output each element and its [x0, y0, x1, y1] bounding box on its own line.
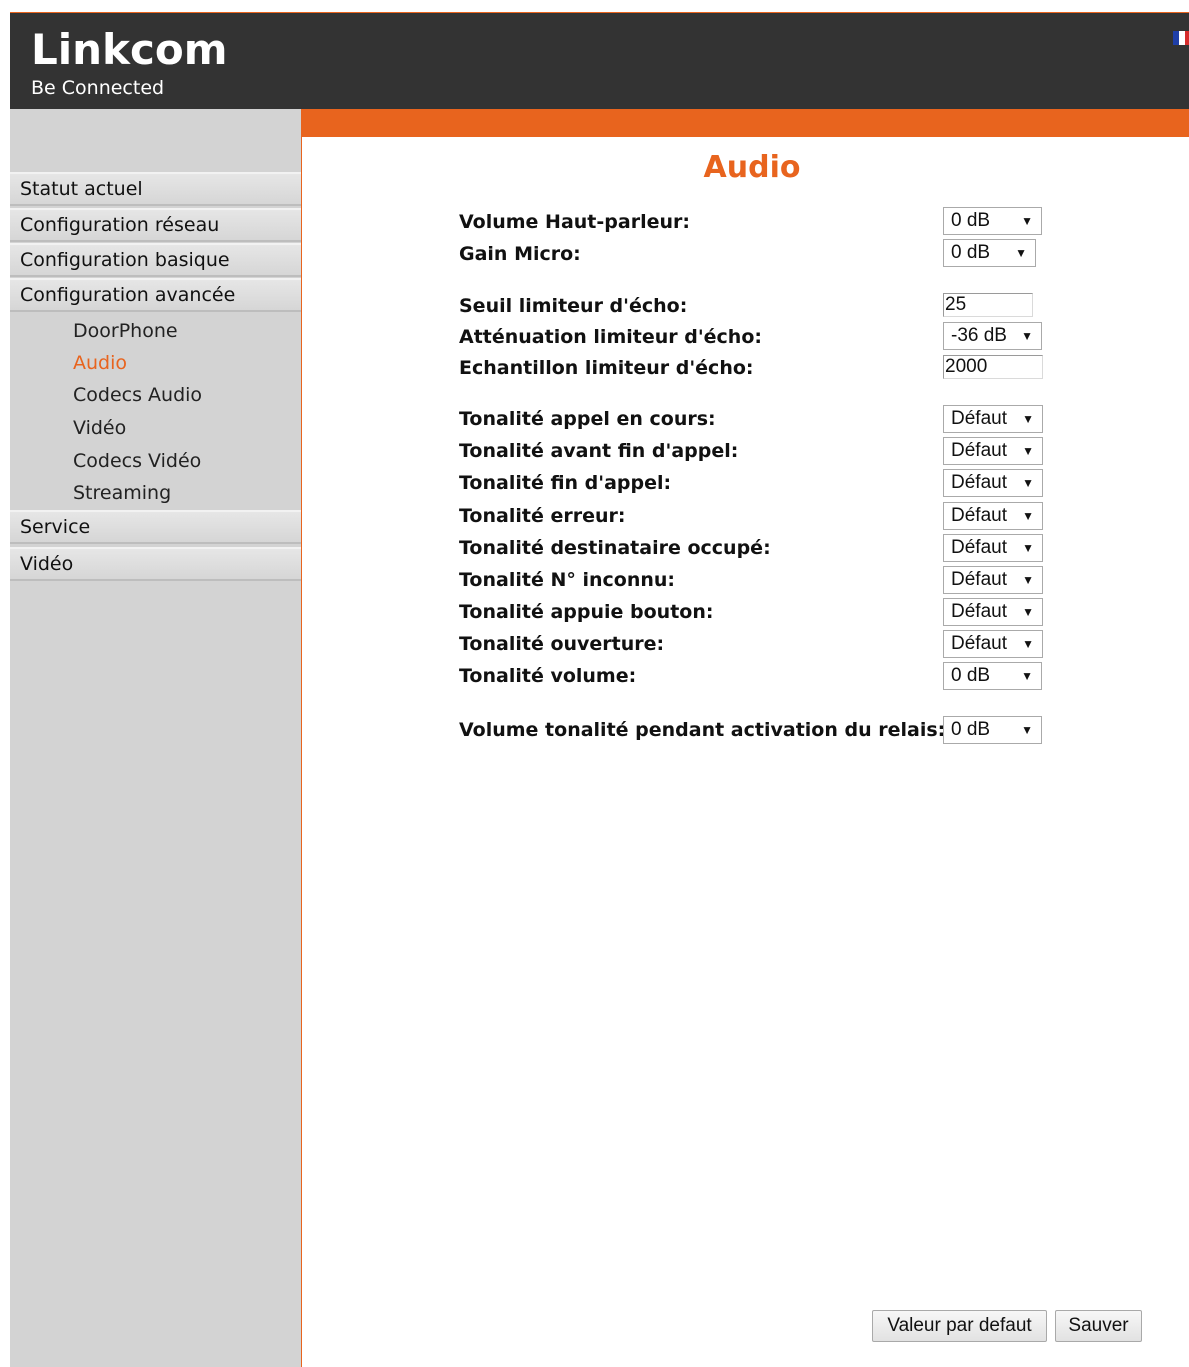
default-values-button[interactable]: Valeur par defaut — [872, 1310, 1047, 1342]
select-value: Défaut — [951, 472, 1007, 493]
sidebar-subitem-streaming[interactable]: Streaming — [10, 478, 301, 510]
sidebar-item-configuration-basique[interactable]: Configuration basique — [10, 243, 301, 277]
select-value: Défaut — [951, 505, 1007, 526]
select-attenuation-limiteur-echo[interactable]: -36 dB ▼ — [943, 322, 1042, 350]
page-title: Audio — [703, 150, 801, 185]
select-volume-tonalite-relais[interactable]: 0 dB ▼ — [943, 716, 1042, 744]
select-value: Défaut — [951, 569, 1007, 590]
brand-tagline: Be Connected — [31, 77, 165, 99]
dropdown-arrow-icon: ▼ — [1021, 329, 1033, 343]
label-tonalite-no-inconnu: Tonalité N° inconnu: — [459, 569, 675, 591]
sidebar-item-configuration-avancee[interactable]: Configuration avancée — [10, 278, 301, 312]
select-tonalite-avant-fin-appel[interactable]: Défaut ▼ — [943, 437, 1043, 465]
dropdown-arrow-icon: ▼ — [1022, 637, 1034, 651]
select-tonalite-destinataire-occupe[interactable]: Défaut ▼ — [943, 534, 1043, 562]
sidebar-item-service[interactable]: Service — [10, 510, 301, 544]
select-value: Défaut — [951, 537, 1007, 558]
input-seuil-limiteur-echo[interactable]: 25 — [943, 293, 1033, 317]
sidebar-subitem-video[interactable]: Vidéo — [10, 413, 301, 445]
dropdown-arrow-icon: ▼ — [1021, 669, 1033, 683]
select-value: 0 dB — [951, 210, 991, 231]
sidebar-subitem-audio[interactable]: Audio — [10, 348, 301, 380]
label-gain-micro: Gain Micro: — [459, 243, 581, 265]
select-value: -36 dB — [951, 325, 1007, 346]
label-tonalite-appel-en-cours: Tonalité appel en cours: — [459, 408, 716, 430]
sidebar: Statut actuel Configuration réseau Confi… — [10, 109, 302, 1367]
select-tonalite-ouverture[interactable]: Défaut ▼ — [943, 630, 1043, 658]
save-button[interactable]: Sauver — [1055, 1310, 1142, 1342]
label-tonalite-appuie-bouton: Tonalité appuie bouton: — [459, 601, 714, 623]
sidebar-item-video[interactable]: Vidéo — [10, 547, 301, 581]
select-tonalite-appel-en-cours[interactable]: Défaut ▼ — [943, 405, 1043, 433]
sidebar-subitem-doorphone[interactable]: DoorPhone — [10, 316, 301, 348]
dropdown-arrow-icon: ▼ — [1022, 476, 1034, 490]
label-volume-tonalite-relais: Volume tonalité pendant activation du re… — [459, 719, 946, 741]
label-tonalite-volume: Tonalité volume: — [459, 665, 637, 687]
select-value: Défaut — [951, 633, 1007, 654]
sidebar-item-statut-actuel[interactable]: Statut actuel — [10, 172, 301, 206]
french-flag-icon[interactable] — [1173, 31, 1189, 45]
select-value: 0 dB — [951, 242, 991, 263]
label-tonalite-avant-fin-appel: Tonalité avant fin d'appel: — [459, 440, 739, 462]
select-value: Défaut — [951, 601, 1007, 622]
label-echantillon-limiteur-echo: Echantillon limiteur d'écho: — [459, 357, 754, 379]
select-value: 0 dB — [951, 719, 991, 740]
dropdown-arrow-icon: ▼ — [1021, 723, 1033, 737]
select-value: Défaut — [951, 440, 1007, 461]
dropdown-arrow-icon: ▼ — [1022, 573, 1034, 587]
select-tonalite-appuie-bouton[interactable]: Défaut ▼ — [943, 598, 1043, 626]
dropdown-arrow-icon: ▼ — [1021, 214, 1033, 228]
label-tonalite-fin-appel: Tonalité fin d'appel: — [459, 472, 672, 494]
select-gain-micro[interactable]: 0 dB ▼ — [943, 239, 1036, 267]
accent-bar — [302, 109, 1189, 137]
select-tonalite-no-inconnu[interactable]: Défaut ▼ — [943, 566, 1043, 594]
select-tonalite-volume[interactable]: 0 dB ▼ — [943, 662, 1042, 690]
dropdown-arrow-icon: ▼ — [1022, 509, 1034, 523]
sidebar-item-configuration-reseau[interactable]: Configuration réseau — [10, 208, 301, 242]
select-value: Défaut — [951, 408, 1007, 429]
input-echantillon-limiteur-echo[interactable]: 2000 — [943, 355, 1043, 379]
dropdown-arrow-icon: ▼ — [1022, 444, 1034, 458]
header: Linkcom Be Connected — [10, 12, 1189, 109]
label-tonalite-destinataire-occupe: Tonalité destinataire occupé: — [459, 537, 771, 559]
label-tonalite-ouverture: Tonalité ouverture: — [459, 633, 665, 655]
top-border — [0, 0, 1189, 12]
select-tonalite-fin-appel[interactable]: Défaut ▼ — [943, 469, 1043, 497]
dropdown-arrow-icon: ▼ — [1022, 541, 1034, 555]
sidebar-subitem-codecs-video[interactable]: Codecs Vidéo — [10, 446, 301, 478]
dropdown-arrow-icon: ▼ — [1022, 412, 1034, 426]
select-value: 0 dB — [951, 665, 991, 686]
select-volume-haut-parleur[interactable]: 0 dB ▼ — [943, 207, 1042, 235]
label-tonalite-erreur: Tonalité erreur: — [459, 505, 626, 527]
brand-logo: Linkcom — [31, 25, 228, 74]
dropdown-arrow-icon: ▼ — [1022, 605, 1034, 619]
sidebar-subitem-codecs-audio[interactable]: Codecs Audio — [10, 380, 301, 412]
dropdown-arrow-icon: ▼ — [1015, 246, 1027, 260]
label-seuil-limiteur-echo: Seuil limiteur d'écho: — [459, 295, 688, 317]
label-volume-haut-parleur: Volume Haut-parleur: — [459, 211, 690, 233]
select-tonalite-erreur[interactable]: Défaut ▼ — [943, 502, 1043, 530]
label-attenuation-limiteur-echo: Atténuation limiteur d'écho: — [459, 326, 762, 348]
